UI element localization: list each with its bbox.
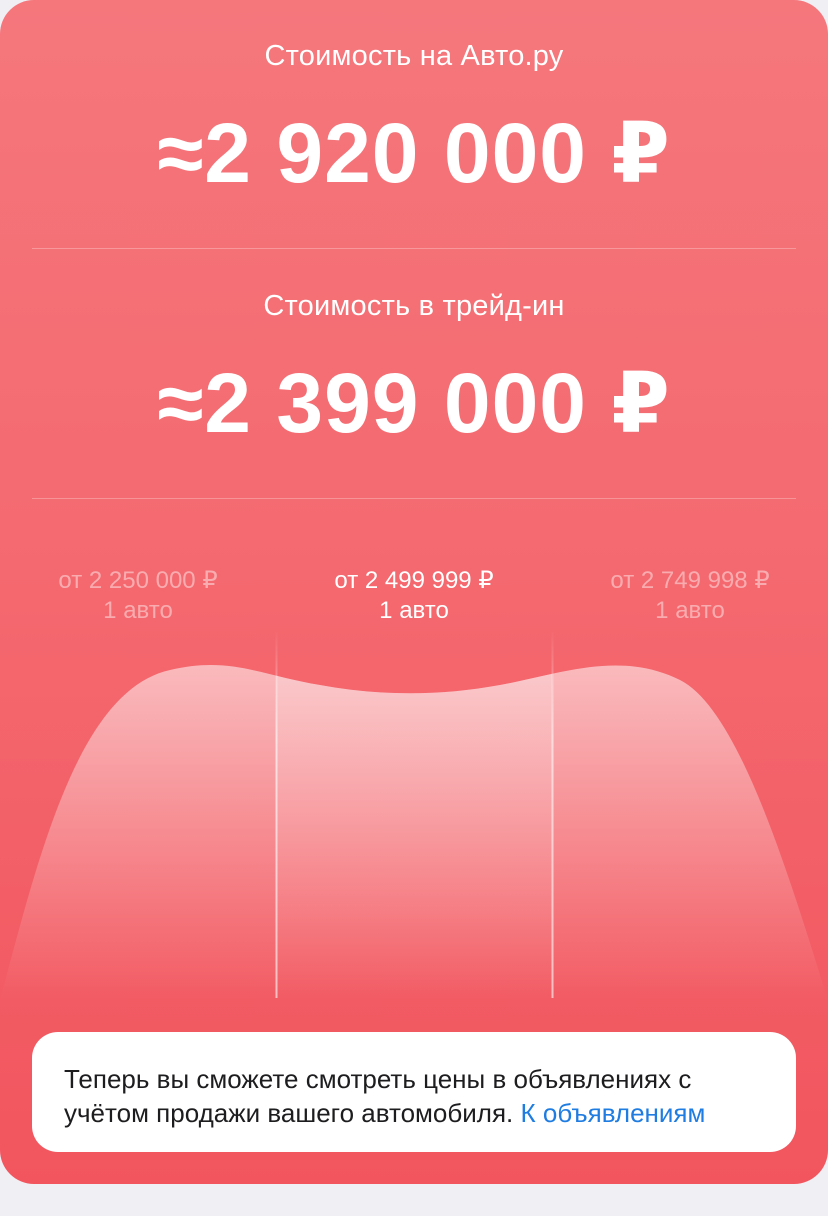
divider <box>32 248 796 249</box>
active-bin-highlight <box>276 665 552 1000</box>
tradein-price-value: ≈2 399 000 ₽ <box>157 356 671 450</box>
price-bin-1-price: от 2 250 000 ₽ <box>58 567 218 594</box>
divider <box>32 498 796 499</box>
tradein-price-label: Стоимость в трейд-ин <box>263 290 565 322</box>
to-listings-link[interactable]: К объявлениям <box>521 1098 706 1128</box>
price-bin-2-price: от 2 499 999 ₽ <box>334 567 494 594</box>
price-bin-1[interactable]: от 2 250 000 ₽ 1 авто <box>0 566 276 626</box>
price-estimate-card: Стоимость на Авто.ру ≈2 920 000 ₽ Стоимо… <box>0 0 828 1184</box>
price-bin-2[interactable]: от 2 499 999 ₽ 1 авто <box>276 566 552 626</box>
bin-separator <box>275 630 278 998</box>
price-distribution-curve <box>0 630 828 1000</box>
market-price-label: Стоимость на Авто.ру <box>264 40 564 72</box>
price-bin-3-count: 1 авто <box>655 597 725 624</box>
tradein-notice: Теперь вы сможете смотреть цены в объявл… <box>32 1032 796 1152</box>
bin-separator <box>551 630 554 998</box>
price-bin-2-count: 1 авто <box>379 597 449 624</box>
price-bin-3[interactable]: от 2 749 998 ₽ 1 авто <box>552 566 828 626</box>
price-bin-3-price: от 2 749 998 ₽ <box>610 567 770 594</box>
market-price-value: ≈2 920 000 ₽ <box>157 106 671 200</box>
price-bin-1-count: 1 авто <box>103 597 173 624</box>
